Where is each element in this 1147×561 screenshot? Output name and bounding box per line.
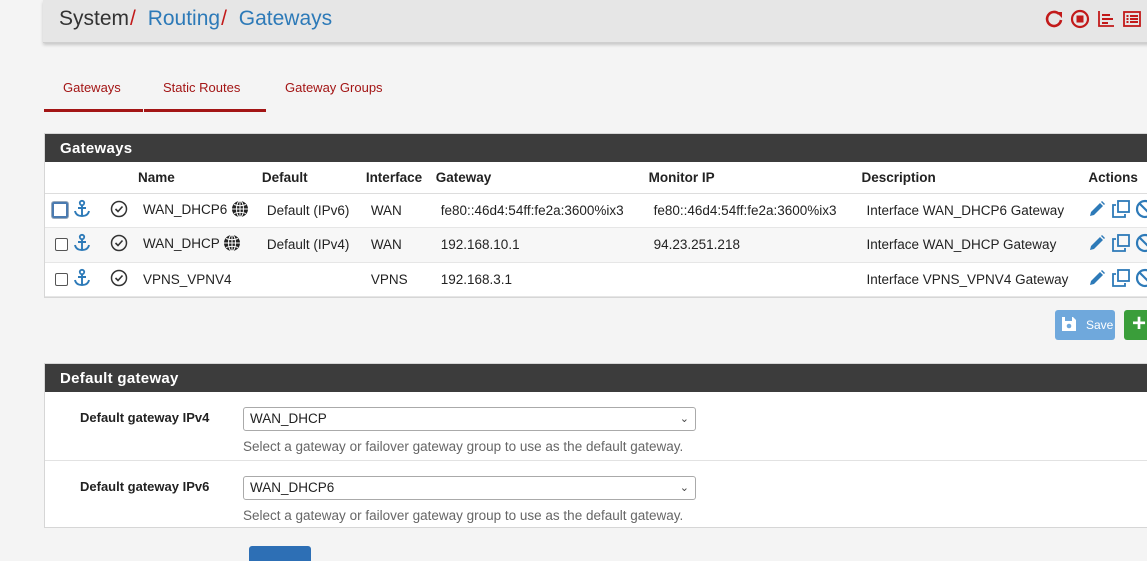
panel-title: Gateways [45, 134, 1147, 162]
default-gateway-panel: Default gateway Default gateway IPv4 WAN… [44, 363, 1147, 528]
check-circle-icon[interactable] [110, 269, 128, 290]
breadcrumb-routing-link[interactable]: Routing [148, 7, 220, 30]
breadcrumb-system: System [59, 7, 130, 30]
disable-icon[interactable] [1135, 199, 1147, 222]
gateway-default: Default (IPv6) [256, 193, 361, 228]
gateway-address: 192.168.3.1 [430, 262, 644, 297]
column-header-gateway[interactable]: Gateway [430, 162, 644, 194]
header-icons [1044, 9, 1142, 29]
disable-icon[interactable] [1135, 268, 1147, 291]
gateway-address: 192.168.10.1 [430, 227, 644, 263]
page-header: System/ Routing/ Gateways [43, 0, 1147, 43]
tab-gateways[interactable]: Gateways [44, 69, 143, 112]
column-header-select [45, 162, 133, 194]
gateway-monitor-ip: 94.23.251.218 [643, 227, 857, 263]
column-header-name[interactable]: Name [132, 162, 257, 194]
tab-gateway-groups[interactable]: Gateway Groups [266, 69, 402, 112]
stop-icon[interactable] [1070, 9, 1090, 29]
save-button-label: Save [1086, 318, 1114, 332]
add-gateway-button[interactable]: + [1124, 310, 1147, 340]
default-gateway-save-button[interactable] [249, 546, 311, 561]
panel-title: Default gateway [45, 364, 1147, 392]
edit-icon[interactable] [1087, 268, 1107, 291]
tab-bar: Gateways Static Routes Gateway Groups [44, 69, 402, 112]
copy-icon[interactable] [1111, 233, 1131, 256]
row-select-checkbox[interactable] [55, 238, 68, 252]
default-gateway-ipv6-row: Default gateway IPv6 WAN_DHCP6 ⌄ Select … [45, 461, 1147, 530]
column-header-default[interactable]: Default [256, 162, 361, 194]
edit-icon[interactable] [1087, 233, 1107, 256]
gateway-interface: VPNS [360, 262, 431, 297]
table-row: WAN_DHCP6 Default (IPv6) WAN fe80::46d4:… [45, 193, 1147, 228]
row-select-checkbox[interactable] [52, 202, 68, 219]
copy-icon[interactable] [1111, 268, 1131, 291]
copy-icon[interactable] [1111, 199, 1131, 222]
default-gateway-ipv4-help: Select a gateway or failover gateway gro… [243, 439, 684, 454]
default-gateway-ipv6-label: Default gateway IPv6 [80, 479, 210, 494]
column-header-actions: Actions [1083, 162, 1147, 194]
default-gateway-ipv4-row: Default gateway IPv4 WAN_DHCP ⌄ Select a… [45, 392, 1147, 461]
breadcrumb-gateways-link[interactable]: Gateways [239, 7, 332, 30]
table-row: WAN_DHCP Default (IPv4) WAN 192.168.10.1… [45, 227, 1147, 263]
gateway-address: fe80::46d4:54ff:fe2a:3600%ix3 [430, 193, 644, 228]
gateway-name: WAN_DHCP6 [142, 201, 228, 217]
save-button[interactable]: Save [1055, 310, 1115, 340]
select-value: WAN_DHCP [250, 411, 327, 426]
list-icon[interactable] [1122, 9, 1142, 29]
column-header-description[interactable]: Description [856, 162, 1084, 194]
gateway-monitor-ip [643, 262, 857, 297]
chevron-down-icon: ⌄ [679, 482, 689, 494]
default-gateway-ipv6-help: Select a gateway or failover gateway gro… [243, 508, 684, 523]
chart-icon[interactable] [1096, 9, 1116, 29]
gateway-interface: WAN [360, 193, 431, 228]
gateway-description: Interface WAN_DHCP6 Gateway [856, 193, 1084, 228]
save-icon [1060, 315, 1078, 336]
edit-icon[interactable] [1087, 199, 1107, 222]
globe-icon [231, 200, 249, 221]
gateway-description: Interface WAN_DHCP Gateway [856, 227, 1084, 263]
gateway-monitor-ip: fe80::46d4:54ff:fe2a:3600%ix3 [643, 193, 857, 228]
gateways-panel: Gateways Name Default Interface Gateway … [44, 133, 1147, 298]
check-circle-icon[interactable] [110, 234, 128, 255]
select-value: WAN_DHCP6 [250, 480, 335, 495]
chevron-down-icon: ⌄ [679, 413, 689, 425]
breadcrumb-separator: / [221, 7, 227, 30]
reload-icon[interactable] [1044, 9, 1064, 29]
default-gateway-ipv6-select[interactable]: WAN_DHCP6 ⌄ [243, 476, 696, 500]
gateway-interface: WAN [360, 227, 431, 263]
breadcrumb: System/ Routing/ Gateways [59, 7, 332, 31]
anchor-icon[interactable] [72, 233, 92, 256]
default-gateway-ipv4-select[interactable]: WAN_DHCP ⌄ [243, 407, 696, 431]
gateway-description: Interface VPNS_VPNV4 Gateway [856, 262, 1084, 297]
column-header-monitor-ip[interactable]: Monitor IP [643, 162, 857, 194]
globe-icon [223, 234, 241, 255]
gateway-default [256, 262, 361, 297]
check-circle-icon[interactable] [110, 200, 128, 221]
column-header-interface[interactable]: Interface [360, 162, 431, 194]
table-row: VPNS_VPNV4 VPNS 192.168.3.1 Interface VP… [45, 262, 1147, 297]
breadcrumb-separator: / [130, 7, 136, 30]
gateways-table: Name Default Interface Gateway Monitor I… [45, 162, 1147, 297]
default-gateway-ipv4-label: Default gateway IPv4 [80, 410, 210, 425]
gateway-name: WAN_DHCP [142, 236, 220, 252]
anchor-icon[interactable] [72, 268, 92, 291]
anchor-icon[interactable] [72, 199, 92, 222]
row-select-checkbox[interactable] [55, 272, 68, 286]
gateway-name: VPNS_VPNV4 [142, 271, 232, 287]
tab-static-routes[interactable]: Static Routes [144, 69, 266, 112]
disable-icon[interactable] [1135, 233, 1147, 256]
gateway-default: Default (IPv4) [256, 227, 361, 263]
